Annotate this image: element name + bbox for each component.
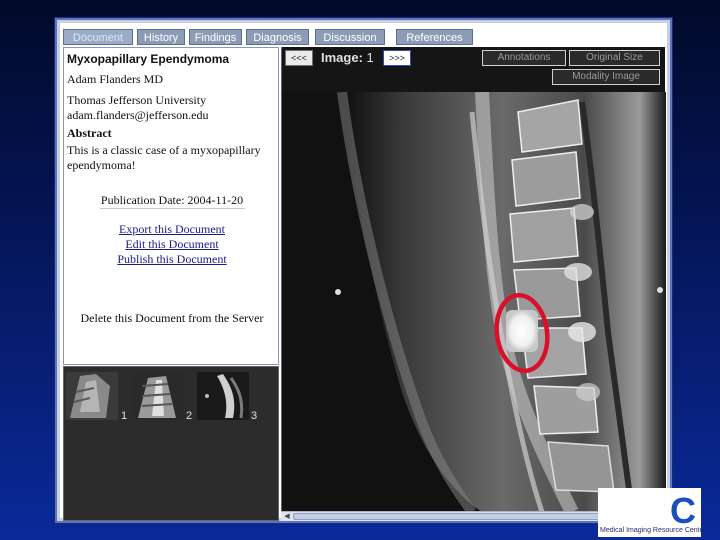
delete-document-link[interactable]: Delete this Document from the Server [81,311,264,325]
mirc-viewer-window: Document History Findings Diagnosis Disc… [55,18,672,523]
thumbnail-2[interactable] [132,372,184,420]
tab-history[interactable]: History [137,29,185,45]
previous-image-button[interactable]: <<< [285,50,313,66]
window-content: Document History Findings Diagnosis Disc… [60,23,667,521]
image-number: 1 [366,50,374,65]
modality-image-button[interactable]: Modality Image [552,69,660,85]
thumbnail-strip: 1 2 3 [63,366,279,521]
image-indicator: Image: 1 [321,50,374,65]
publish-document-link-row: Publish this Document [64,252,280,267]
thumbnail-3-number: 3 [251,410,258,422]
thumbnail-1[interactable] [66,372,118,420]
next-image-button[interactable]: >>> [383,50,411,66]
tab-diagnosis[interactable]: Diagnosis [246,29,309,45]
image-viewer: <<< Image: 1 >>> Annotations Original Si… [281,47,666,512]
thumbnail-1-image [66,372,118,420]
document-title: Myxopapillary Ependymoma [67,52,230,66]
left-arrow-icon[interactable]: ◀ [282,512,292,521]
export-document-link-row: Export this Document [64,222,280,237]
delete-document-link-row: Delete this Document from the Server [64,311,280,326]
thumbnail-2-number: 2 [186,410,193,422]
institution: Thomas Jefferson University [67,93,207,107]
tab-references[interactable]: References [396,29,473,45]
edit-document-link-row: Edit this Document [64,237,280,252]
tab-findings[interactable]: Findings [189,29,242,45]
abstract-heading: Abstract [67,126,112,140]
author: Adam Flanders MD [67,72,163,86]
thumbnail-1-number: 1 [121,410,128,422]
original-size-button[interactable]: Original Size [569,50,660,66]
divider [100,208,245,209]
abstract-text-line-2: ependymoma! [67,158,136,172]
tab-discussion[interactable]: Discussion [315,29,385,45]
tab-document[interactable]: Document [63,29,133,45]
document-panel: Myxopapillary Ependymoma Adam Flanders M… [63,47,279,365]
abstract-text-line-1: This is a classic case of a myxopapillar… [67,143,261,157]
mri-sagittal-image[interactable] [282,92,666,512]
image-label: Image: [321,50,363,65]
thumbnail-2-image [132,372,184,420]
publish-document-link[interactable]: Publish this Document [117,252,226,266]
tumor-lesion [506,310,538,352]
thumbnail-3-image [197,372,249,420]
tab-bar: Document History Findings Diagnosis Disc… [60,29,480,45]
export-document-link[interactable]: Export this Document [119,222,225,236]
thumbnail-3[interactable] [197,372,249,420]
annotations-button[interactable]: Annotations [482,50,566,66]
edit-document-link[interactable]: Edit this Document [125,237,218,251]
mirc-logo: C Medical Imaging Resource Center [598,488,706,537]
logo-letter: C [670,490,696,531]
publication-date: Publication Date: 2004-11-20 [100,193,244,207]
logo-caption: Medical Imaging Resource Center [600,527,706,534]
author-email: adam.flanders@jefferson.edu [67,108,209,122]
